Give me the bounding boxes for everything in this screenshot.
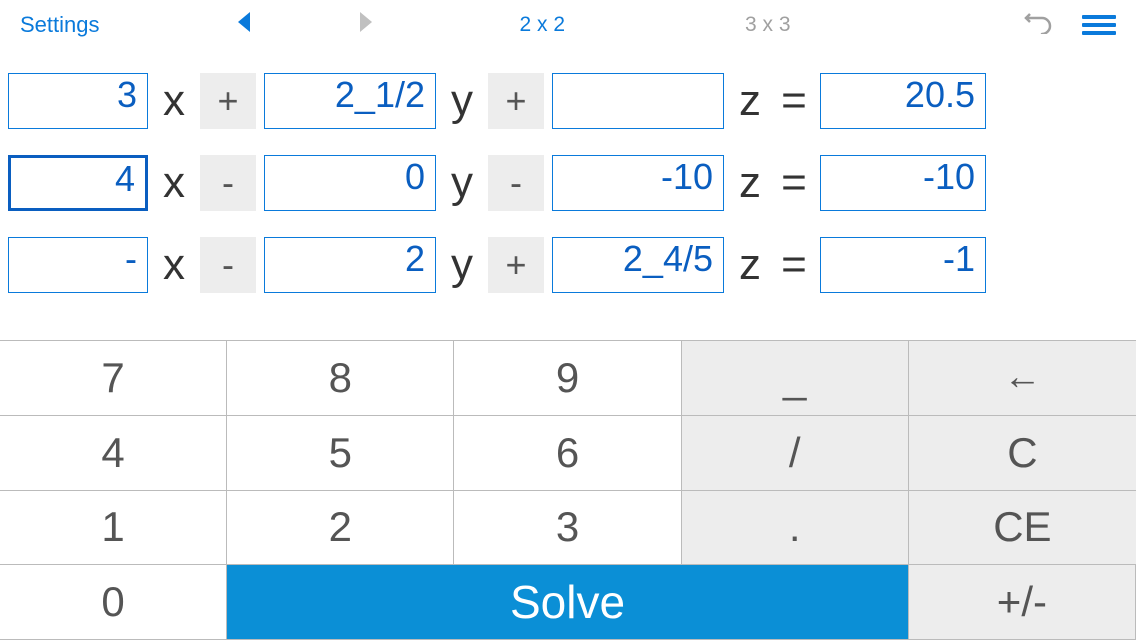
key-2[interactable]: 2 bbox=[227, 491, 454, 566]
key-1[interactable]: 1 bbox=[0, 491, 227, 566]
x-coef-input[interactable]: 3 bbox=[8, 73, 148, 129]
var-x-label: x bbox=[156, 240, 192, 290]
key-3[interactable]: 3 bbox=[454, 491, 681, 566]
menu-icon[interactable] bbox=[1082, 15, 1116, 35]
tab-3x3[interactable]: 3 x 3 bbox=[745, 13, 791, 37]
operator-button[interactable]: + bbox=[200, 73, 256, 129]
key-backspace[interactable]: ← bbox=[909, 341, 1136, 416]
key-8[interactable]: 8 bbox=[227, 341, 454, 416]
operator-button[interactable]: - bbox=[200, 155, 256, 211]
result-input[interactable]: 20.5 bbox=[820, 73, 986, 129]
nav-prev-icon[interactable] bbox=[230, 12, 260, 38]
operator-button[interactable]: - bbox=[488, 155, 544, 211]
key-7[interactable]: 7 bbox=[0, 341, 227, 416]
key-clear-entry[interactable]: CE bbox=[909, 491, 1136, 566]
result-input[interactable]: -10 bbox=[820, 155, 986, 211]
y-coef-input[interactable]: 2_1/2 bbox=[264, 73, 436, 129]
undo-icon[interactable] bbox=[1024, 10, 1052, 41]
equations-area: 3 x + 2_1/2 y + z = 20.5 4 x - 0 y - -10… bbox=[0, 50, 1136, 326]
equation-row: 4 x - 0 y - -10 z = -10 bbox=[8, 142, 1128, 224]
x-coef-input[interactable]: 4 bbox=[8, 155, 148, 211]
nav-next-icon[interactable] bbox=[350, 12, 380, 38]
key-4[interactable]: 4 bbox=[0, 416, 227, 491]
equals-label: = bbox=[776, 76, 812, 126]
tab-2x2[interactable]: 2 x 2 bbox=[520, 13, 566, 37]
y-coef-input[interactable]: 0 bbox=[264, 155, 436, 211]
key-9[interactable]: 9 bbox=[454, 341, 681, 416]
key-clear[interactable]: C bbox=[909, 416, 1136, 491]
keypad: 7 8 9 _ ← 4 5 6 / C 1 2 3 . CE 0 Solve +… bbox=[0, 340, 1136, 640]
y-coef-input[interactable]: 2 bbox=[264, 237, 436, 293]
operator-button[interactable]: - bbox=[200, 237, 256, 293]
key-5[interactable]: 5 bbox=[227, 416, 454, 491]
var-z-label: z bbox=[732, 240, 768, 290]
var-y-label: y bbox=[444, 76, 480, 126]
equation-row: 3 x + 2_1/2 y + z = 20.5 bbox=[8, 60, 1128, 142]
z-coef-input[interactable]: 2_4/5 bbox=[552, 237, 724, 293]
equals-label: = bbox=[776, 158, 812, 208]
settings-link[interactable]: Settings bbox=[20, 12, 100, 38]
var-y-label: y bbox=[444, 158, 480, 208]
key-slash[interactable]: / bbox=[682, 416, 909, 491]
key-underscore[interactable]: _ bbox=[682, 341, 909, 416]
var-x-label: x bbox=[156, 76, 192, 126]
z-coef-input[interactable]: -10 bbox=[552, 155, 724, 211]
operator-button[interactable]: + bbox=[488, 73, 544, 129]
z-coef-input[interactable] bbox=[552, 73, 724, 129]
var-z-label: z bbox=[732, 76, 768, 126]
key-plusminus[interactable]: +/- bbox=[909, 565, 1136, 640]
var-y-label: y bbox=[444, 240, 480, 290]
key-0[interactable]: 0 bbox=[0, 565, 227, 640]
result-input[interactable]: -1 bbox=[820, 237, 986, 293]
equals-label: = bbox=[776, 240, 812, 290]
key-6[interactable]: 6 bbox=[454, 416, 681, 491]
equation-row: - x - 2 y + 2_4/5 z = -1 bbox=[8, 224, 1128, 306]
solve-button[interactable]: Solve bbox=[227, 565, 909, 640]
header-bar: Settings 2 x 2 3 x 3 bbox=[0, 0, 1136, 50]
x-coef-input[interactable]: - bbox=[8, 237, 148, 293]
operator-button[interactable]: + bbox=[488, 237, 544, 293]
key-dot[interactable]: . bbox=[682, 491, 909, 566]
var-z-label: z bbox=[732, 158, 768, 208]
var-x-label: x bbox=[156, 158, 192, 208]
